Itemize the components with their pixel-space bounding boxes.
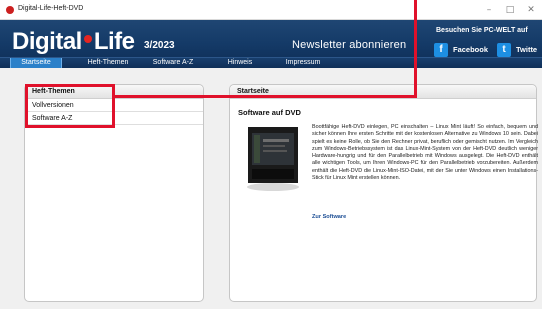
twitter-label: Twitte xyxy=(516,45,538,54)
logo-dot xyxy=(83,34,92,43)
dvd-cover-image xyxy=(238,123,306,195)
callout-line-vertical xyxy=(414,0,417,97)
app-icon xyxy=(6,6,14,14)
dvd-cover-line xyxy=(263,139,289,142)
minimize-icon[interactable]: – xyxy=(482,3,496,17)
issue-number: 3/2023 xyxy=(144,40,175,51)
highlight-box xyxy=(25,84,115,128)
software-link[interactable]: Zur Software xyxy=(312,214,346,220)
window-title: Digital-Life-Heft-DVD xyxy=(18,5,84,12)
dvd-cover-panel xyxy=(254,135,260,163)
callout-line-horizontal xyxy=(112,95,417,98)
main-nav: Startseite Heft-Themen Software A-Z Hinw… xyxy=(0,57,542,68)
twitter-icon: t xyxy=(497,43,511,57)
nav-software-az[interactable]: Software A-Z xyxy=(144,58,202,68)
dvd-cover-band xyxy=(252,169,294,179)
section-title: Software auf DVD xyxy=(238,108,301,117)
facebook-label: Facebook xyxy=(453,45,489,54)
logo-text-life: Life xyxy=(93,28,135,55)
logo: Digital Life xyxy=(12,28,135,56)
window-title-bar: Digital-Life-Heft-DVD – □ ✕ xyxy=(0,0,542,20)
maximize-icon[interactable]: □ xyxy=(503,3,517,17)
logo-text-digital: Digital xyxy=(12,28,82,55)
dvd-cover-line xyxy=(263,145,285,147)
visit-pcwelt-text: Besuchen Sie PC-WELT auf xyxy=(436,27,528,34)
close-icon[interactable]: ✕ xyxy=(524,3,538,17)
facebook-link[interactable]: f Facebook xyxy=(434,43,488,57)
twitter-link[interactable]: t Twitte xyxy=(497,43,537,57)
nav-impressum[interactable]: Impressum xyxy=(280,58,326,68)
newsletter-link[interactable]: Newsletter abonnieren xyxy=(292,39,406,51)
article-text: Boottfähige Heft-DVD einlegen, PC einsch… xyxy=(312,124,538,182)
nav-heft-themen[interactable]: Heft-Themen xyxy=(80,58,136,68)
dvd-cover-shadow xyxy=(247,183,299,191)
dvd-cover-line xyxy=(263,150,287,152)
nav-startseite[interactable]: Startseite xyxy=(10,58,62,68)
facebook-icon: f xyxy=(434,43,448,57)
nav-hinweis[interactable]: Hinweis xyxy=(220,58,260,68)
